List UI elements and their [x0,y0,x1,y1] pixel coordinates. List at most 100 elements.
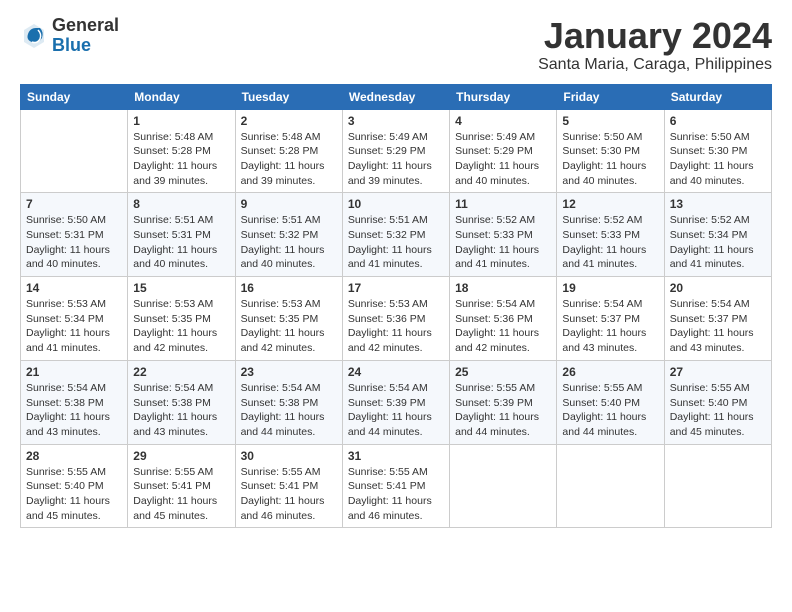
day-number: 30 [241,449,337,463]
calendar-cell [664,444,771,528]
day-info: Sunrise: 5:52 AMSunset: 5:33 PMDaylight:… [562,213,658,272]
calendar-cell [21,109,128,193]
day-info: Sunrise: 5:53 AMSunset: 5:34 PMDaylight:… [26,297,122,356]
day-info: Sunrise: 5:54 AMSunset: 5:39 PMDaylight:… [348,381,444,440]
day-number: 21 [26,365,122,379]
calendar-cell: 20 Sunrise: 5:54 AMSunset: 5:37 PMDayligh… [664,277,771,361]
day-info: Sunrise: 5:55 AMSunset: 5:41 PMDaylight:… [241,465,337,524]
calendar-week-row: 7 Sunrise: 5:50 AMSunset: 5:31 PMDaylight… [21,193,772,277]
day-info: Sunrise: 5:54 AMSunset: 5:37 PMDaylight:… [562,297,658,356]
calendar-cell: 24 Sunrise: 5:54 AMSunset: 5:39 PMDayligh… [342,360,449,444]
calendar-cell: 14 Sunrise: 5:53 AMSunset: 5:34 PMDayligh… [21,277,128,361]
day-info: Sunrise: 5:54 AMSunset: 5:36 PMDaylight:… [455,297,551,356]
calendar-cell: 26Sunrise: 5:55 AMSunset: 5:40 PMDayligh… [557,360,664,444]
day-info: Sunrise: 5:55 AMSunset: 5:40 PMDaylight:… [670,381,766,440]
day-number: 10 [348,197,444,211]
day-info: Sunrise: 5:54 AMSunset: 5:38 PMDaylight:… [26,381,122,440]
calendar-cell: 28 Sunrise: 5:55 AMSunset: 5:40 PMDayligh… [21,444,128,528]
day-number: 11 [455,197,551,211]
calendar-week-row: 14 Sunrise: 5:53 AMSunset: 5:34 PMDayligh… [21,277,772,361]
day-info: Sunrise: 5:50 AMSunset: 5:31 PMDaylight:… [26,213,122,272]
day-number: 2 [241,114,337,128]
day-info: Sunrise: 5:50 AMSunset: 5:30 PMDaylight:… [670,130,766,189]
calendar-cell: 29 Sunrise: 5:55 AMSunset: 5:41 PMDayligh… [128,444,235,528]
day-info: Sunrise: 5:49 AMSunset: 5:29 PMDaylight:… [348,130,444,189]
weekday-header-saturday: Saturday [664,84,771,109]
calendar-week-row: 21 Sunrise: 5:54 AMSunset: 5:38 PMDayligh… [21,360,772,444]
calendar-cell: 10 Sunrise: 5:51 AMSunset: 5:32 PMDayligh… [342,193,449,277]
calendar-week-row: 28 Sunrise: 5:55 AMSunset: 5:40 PMDayligh… [21,444,772,528]
calendar-table: SundayMondayTuesdayWednesdayThursdayFrid… [20,84,772,529]
calendar-cell: 1 Sunrise: 5:48 AMSunset: 5:28 PMDaylight… [128,109,235,193]
day-number: 1 [133,114,229,128]
calendar-cell: 13 Sunrise: 5:52 AMSunset: 5:34 PMDayligh… [664,193,771,277]
day-number: 22 [133,365,229,379]
day-number: 13 [670,197,766,211]
day-number: 17 [348,281,444,295]
day-info: Sunrise: 5:48 AMSunset: 5:28 PMDaylight:… [133,130,229,189]
day-number: 25 [455,365,551,379]
day-info: Sunrise: 5:55 AMSunset: 5:40 PMDaylight:… [26,465,122,524]
day-number: 19 [562,281,658,295]
day-info: Sunrise: 5:50 AMSunset: 5:30 PMDaylight:… [562,130,658,189]
day-info: Sunrise: 5:54 AMSunset: 5:37 PMDaylight:… [670,297,766,356]
day-info: Sunrise: 5:51 AMSunset: 5:31 PMDaylight:… [133,213,229,272]
day-number: 7 [26,197,122,211]
day-info: Sunrise: 5:52 AMSunset: 5:34 PMDaylight:… [670,213,766,272]
calendar-cell: 17 Sunrise: 5:53 AMSunset: 5:36 PMDayligh… [342,277,449,361]
calendar-cell: 15 Sunrise: 5:53 AMSunset: 5:35 PMDayligh… [128,277,235,361]
day-number: 23 [241,365,337,379]
calendar-cell: 8 Sunrise: 5:51 AMSunset: 5:31 PMDaylight… [128,193,235,277]
logo-text: General Blue [52,16,119,56]
calendar-cell: 12 Sunrise: 5:52 AMSunset: 5:33 PMDayligh… [557,193,664,277]
weekday-header-sunday: Sunday [21,84,128,109]
day-number: 9 [241,197,337,211]
calendar-cell: 2 Sunrise: 5:48 AMSunset: 5:28 PMDaylight… [235,109,342,193]
calendar-week-row: 1 Sunrise: 5:48 AMSunset: 5:28 PMDaylight… [21,109,772,193]
logo-icon [20,22,48,50]
calendar-cell: 27 Sunrise: 5:55 AMSunset: 5:40 PMDayligh… [664,360,771,444]
day-info: Sunrise: 5:55 AMSunset: 5:39 PMDaylight:… [455,381,551,440]
day-number: 24 [348,365,444,379]
month-year: January 2024 [538,16,772,56]
calendar-cell: 22Sunrise: 5:54 AMSunset: 5:38 PMDayligh… [128,360,235,444]
day-number: 14 [26,281,122,295]
weekday-header-monday: Monday [128,84,235,109]
day-number: 27 [670,365,766,379]
calendar-cell: 19 Sunrise: 5:54 AMSunset: 5:37 PMDayligh… [557,277,664,361]
calendar-cell: 30 Sunrise: 5:55 AMSunset: 5:41 PMDayligh… [235,444,342,528]
page-header: General Blue January 2024 Santa Maria, C… [20,16,772,74]
day-number: 29 [133,449,229,463]
weekday-header-row: SundayMondayTuesdayWednesdayThursdayFrid… [21,84,772,109]
day-number: 15 [133,281,229,295]
day-info: Sunrise: 5:53 AMSunset: 5:36 PMDaylight:… [348,297,444,356]
calendar-cell: 18 Sunrise: 5:54 AMSunset: 5:36 PMDayligh… [450,277,557,361]
day-info: Sunrise: 5:48 AMSunset: 5:28 PMDaylight:… [241,130,337,189]
weekday-header-tuesday: Tuesday [235,84,342,109]
calendar-cell: 11Sunrise: 5:52 AMSunset: 5:33 PMDayligh… [450,193,557,277]
calendar-cell: 5 Sunrise: 5:50 AMSunset: 5:30 PMDaylight… [557,109,664,193]
day-number: 31 [348,449,444,463]
calendar-cell: 21 Sunrise: 5:54 AMSunset: 5:38 PMDayligh… [21,360,128,444]
title-block: January 2024 Santa Maria, Caraga, Philip… [538,16,772,74]
day-info: Sunrise: 5:55 AMSunset: 5:40 PMDaylight:… [562,381,658,440]
calendar-cell: 6Sunrise: 5:50 AMSunset: 5:30 PMDaylight… [664,109,771,193]
day-info: Sunrise: 5:55 AMSunset: 5:41 PMDaylight:… [133,465,229,524]
calendar-cell [450,444,557,528]
calendar-cell: 3 Sunrise: 5:49 AMSunset: 5:29 PMDaylight… [342,109,449,193]
day-info: Sunrise: 5:53 AMSunset: 5:35 PMDaylight:… [133,297,229,356]
calendar-cell: 31 Sunrise: 5:55 AMSunset: 5:41 PMDayligh… [342,444,449,528]
day-number: 8 [133,197,229,211]
calendar-cell: 7 Sunrise: 5:50 AMSunset: 5:31 PMDaylight… [21,193,128,277]
day-number: 28 [26,449,122,463]
day-number: 20 [670,281,766,295]
day-info: Sunrise: 5:55 AMSunset: 5:41 PMDaylight:… [348,465,444,524]
logo: General Blue [20,16,119,56]
day-number: 3 [348,114,444,128]
day-number: 4 [455,114,551,128]
day-info: Sunrise: 5:51 AMSunset: 5:32 PMDaylight:… [348,213,444,272]
day-number: 5 [562,114,658,128]
day-number: 18 [455,281,551,295]
weekday-header-wednesday: Wednesday [342,84,449,109]
day-number: 12 [562,197,658,211]
